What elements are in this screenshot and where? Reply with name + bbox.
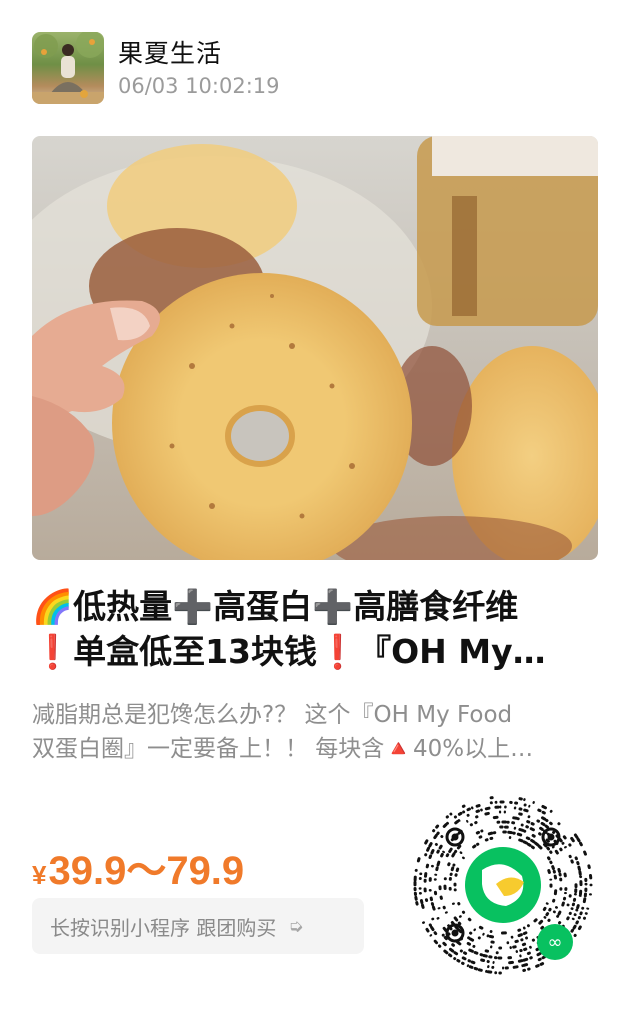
mini-program-qr-code[interactable]: ∞ — [410, 792, 596, 978]
product-description-line-2: 双蛋白圈』一定要备上！！ 每块含🔺40%以上… — [32, 736, 534, 762]
qr-code-pattern: ∞ — [413, 796, 593, 975]
currency-symbol: ¥ — [32, 860, 47, 890]
product-title-line-1: 🌈低热量➕高蛋白➕高膳食纤维 — [32, 587, 519, 626]
author-name[interactable]: 果夏生活 — [118, 34, 222, 70]
product-title[interactable]: 🌈低热量➕高蛋白➕高膳食纤维 ❗单盒低至13块钱❗『OH My… — [32, 584, 598, 674]
author-avatar[interactable] — [32, 32, 104, 104]
product-description: 减脂期总是犯馋怎么办?？ 这个『OH My Food 双蛋白圈』一定要备上！！ … — [32, 698, 598, 766]
group-buy-label: 长按识别小程序 跟团购买 — [50, 915, 277, 940]
pointer-arrow-icon: ➭ — [288, 915, 304, 937]
product-description-line-1: 减脂期总是犯馋怎么办?？ 这个『OH My Food — [32, 702, 513, 728]
price-value: 39.9～79.9 — [48, 849, 245, 893]
svg-text:∞: ∞ — [548, 932, 563, 953]
group-buy-button[interactable]: 长按识别小程序 跟团购买 ➭ — [32, 898, 364, 954]
product-image[interactable] — [32, 136, 598, 560]
product-title-line-2: ❗单盒低至13块钱❗『OH My… — [32, 632, 546, 671]
post-timestamp: 06/03 10:02:19 — [118, 74, 280, 98]
post-header: 果夏生活 06/03 10:02:19 — [32, 32, 592, 104]
price-range: ¥39.9～79.9 — [32, 838, 244, 896]
